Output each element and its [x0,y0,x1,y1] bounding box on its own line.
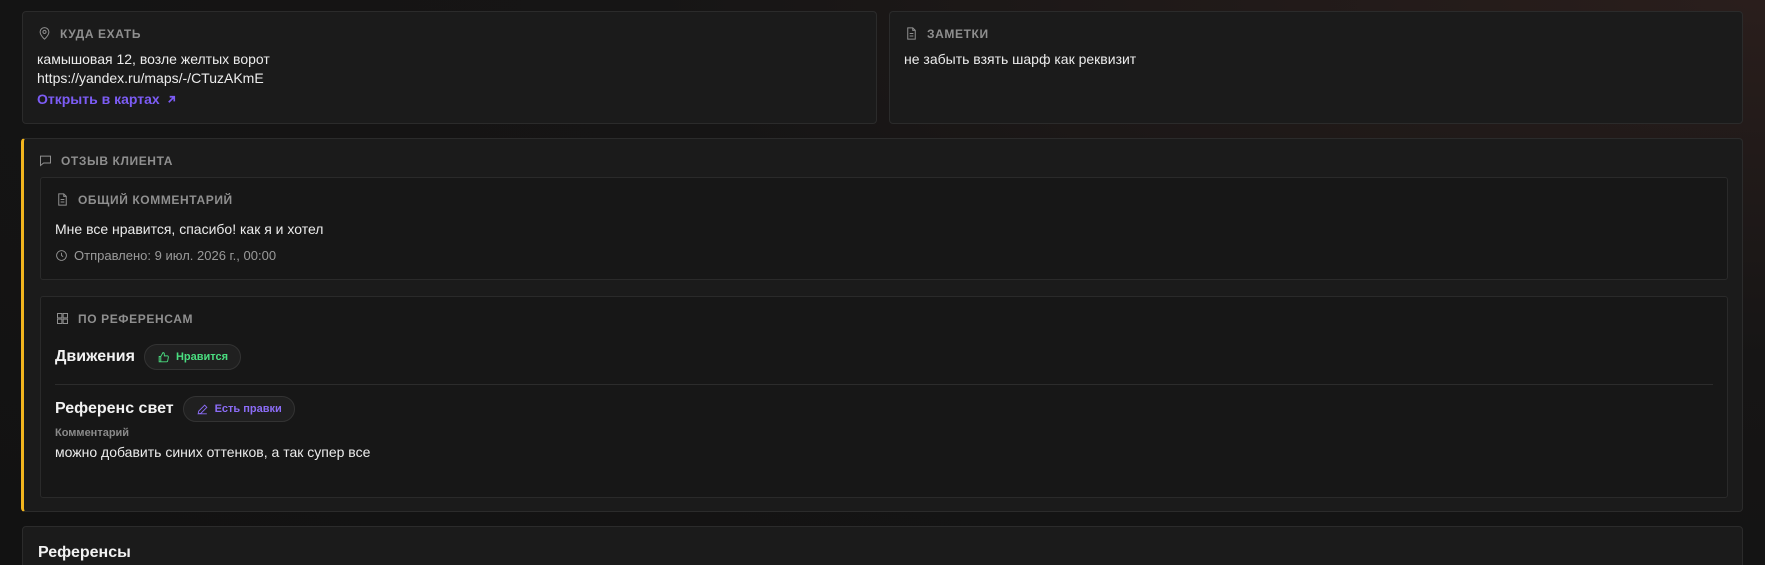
grid-icon [57,313,68,324]
map-pin-icon [39,27,50,40]
comment-label: Комментарий [55,427,130,439]
map-url-text: https://yandex.ru/maps/-/CTuzAKmE [37,70,264,86]
status-badge-like: Нравится [143,344,242,370]
reference-comment-text: можно добавить синих оттенков, а так суп… [55,444,371,460]
thumbs-up-icon [158,351,169,362]
general-comment-text: Мне все нравится, спасибо! как я и хотел [55,221,324,237]
document-icon [907,27,916,40]
reference-item: Движения Нравится [55,344,1713,370]
open-in-maps-link[interactable]: Открыть в картах [37,91,177,107]
reference-name: Референс свет [55,400,174,417]
notes-card: ЗАМЕТКИ не забыть взять шарф как реквизи… [889,11,1743,124]
client-feedback-card: ОТЗЫВ КЛИЕНТА ОБЩИЙ КОММЕНТАРИЙ Мне все … [21,138,1743,512]
general-comment-title: ОБЩИЙ КОММЕНТАРИЙ [55,192,1713,207]
notes-title: ЗАМЕТКИ [904,26,1728,41]
references-heading: Референсы [38,544,131,561]
divider [55,384,1713,385]
address-text: камышовая 12, возле желтых ворот [37,51,270,67]
where-to-go-title: КУДА ЕХАТЬ [37,26,862,41]
references-feedback-title: ПО РЕФЕРЕНСАМ [55,311,1713,326]
references-feedback-panel: ПО РЕФЕРЕНСАМ Движения Нравится Референс… [40,296,1728,498]
chat-bubble-icon [40,155,51,167]
clock-icon [56,250,67,261]
where-to-go-card: КУДА ЕХАТЬ камышовая 12, возле желтых во… [22,11,877,124]
document-icon [58,193,67,206]
pencil-icon [197,404,208,414]
status-badge-edits: Есть правки [182,396,295,422]
sent-timestamp: Отправлено: 9 июл. 2026 г., 00:00 [55,248,1713,263]
general-comment-panel: ОБЩИЙ КОММЕНТАРИЙ Мне все нравится, спас… [40,177,1728,280]
reference-name: Движения [55,348,135,365]
client-feedback-title: ОТЗЫВ КЛИЕНТА [38,153,1726,168]
reference-item: Референс свет Есть правки [55,396,1713,422]
notes-text: не забыть взять шарф как реквизит [904,51,1137,67]
arrow-up-right-icon [167,95,175,103]
references-section: Референсы [22,526,1743,565]
